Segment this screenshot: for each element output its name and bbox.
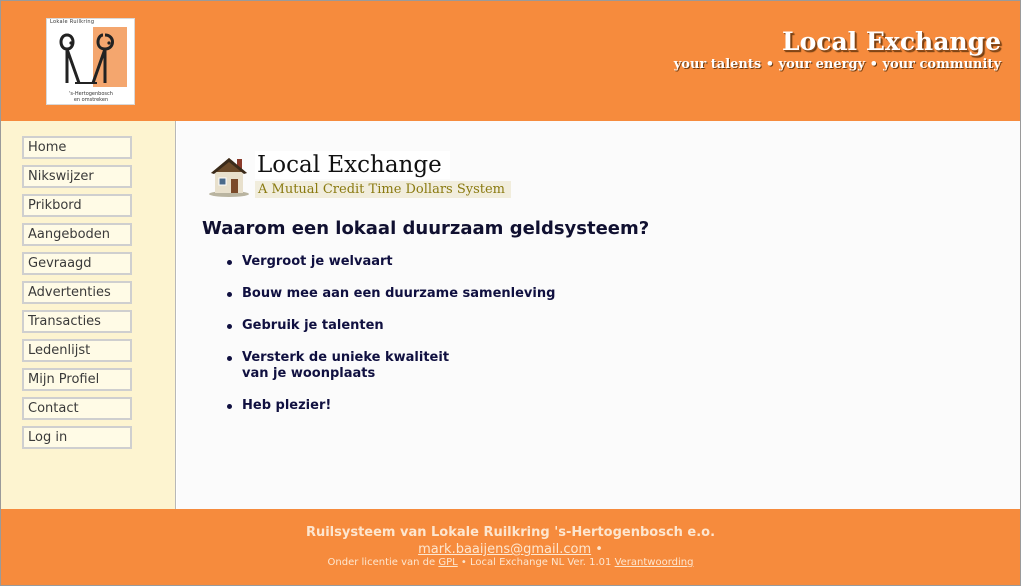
footer-license: Onder licentie van de GPL • Local Exchan… — [1, 557, 1020, 568]
local-exchange-banner: Local Exchange A Mutual Credit Time Doll… — [207, 151, 542, 201]
sidebar-nav: Home Nikswijzer Prikbord Aangeboden Gevr… — [22, 136, 132, 455]
main-content: Local Exchange A Mutual Credit Time Doll… — [177, 121, 1020, 509]
benefits-list: Vergroot je welvaart Bouw mee aan een du… — [225, 254, 555, 430]
sidebar-item-home[interactable]: Home — [22, 136, 132, 159]
house-icon — [209, 158, 249, 197]
list-item-text: Versterk de unieke kwaliteit — [242, 350, 450, 365]
list-item: Gebruik je talenten — [225, 318, 555, 334]
list-item: Heb plezier! — [225, 398, 555, 414]
list-item: Bouw mee aan een duurzame samenleving — [225, 286, 555, 302]
sidebar-item-ledenlijst[interactable]: Ledenlijst — [22, 339, 132, 362]
sidebar-item-gevraagd[interactable]: Gevraagd — [22, 252, 132, 275]
list-item: Versterk de unieke kwaliteit van je woon… — [225, 350, 555, 382]
footer-separator: • — [595, 542, 603, 557]
sidebar-item-log-in[interactable]: Log in — [22, 426, 132, 449]
sidebar: Home Nikswijzer Prikbord Aangeboden Gevr… — [1, 121, 176, 509]
list-item-text-continued: van je woonplaats — [242, 366, 376, 381]
license-prefix: Onder licentie van de — [327, 557, 436, 568]
page-heading: Waarom een lokaal duurzaam geldsysteem? — [202, 218, 650, 239]
logo-top-text: Lokale Ruilkring — [50, 19, 95, 25]
site-tagline: your talents • your energy • your commun… — [673, 57, 1001, 72]
sidebar-item-prikbord[interactable]: Prikbord — [22, 194, 132, 217]
list-item: Vergroot je welvaart — [225, 254, 555, 270]
gpl-link[interactable]: GPL — [438, 557, 457, 568]
site-header: Lokale Ruilkring 's-Hertogenbosch en oms… — [1, 1, 1020, 121]
list-item-text: Bouw mee aan een duurzame samenleving — [242, 286, 556, 301]
list-item-text: Heb plezier! — [242, 398, 332, 413]
banner-subtitle: A Mutual Credit Time Dollars System — [255, 181, 512, 198]
sidebar-item-aangeboden[interactable]: Aangeboden — [22, 223, 132, 246]
banner-title: Local Exchange — [255, 151, 450, 179]
footer-contact: mark.baaijens@gmail.com • — [1, 542, 1020, 557]
logo-rr-icon — [59, 27, 127, 87]
sidebar-item-mijn-profiel[interactable]: Mijn Profiel — [22, 368, 132, 391]
sidebar-item-contact[interactable]: Contact — [22, 397, 132, 420]
site-footer: Ruilsysteem van Lokale Ruilkring 's-Hert… — [1, 509, 1020, 585]
version-text: • Local Exchange NL Ver. 1.01 — [460, 557, 612, 568]
list-item-text: Gebruik je talenten — [242, 318, 384, 333]
sidebar-item-advertenties[interactable]: Advertenties — [22, 281, 132, 304]
footer-organization: Ruilsysteem van Lokale Ruilkring 's-Hert… — [305, 525, 716, 540]
logo-region: en omstreken — [73, 97, 109, 103]
logo-bottom-text: 's-Hertogenbosch en omstreken — [49, 91, 133, 103]
list-item-text: Vergroot je welvaart — [242, 254, 393, 269]
accountability-link[interactable]: Verantwoording — [615, 557, 694, 568]
sidebar-item-nikswijzer[interactable]: Nikswijzer — [22, 165, 132, 188]
footer-email-link[interactable]: mark.baaijens@gmail.com — [418, 542, 591, 557]
site-logo[interactable]: Lokale Ruilkring 's-Hertogenbosch en oms… — [46, 18, 135, 105]
sidebar-item-transacties[interactable]: Transacties — [22, 310, 132, 333]
site-title: Local Exchange — [782, 27, 1001, 56]
